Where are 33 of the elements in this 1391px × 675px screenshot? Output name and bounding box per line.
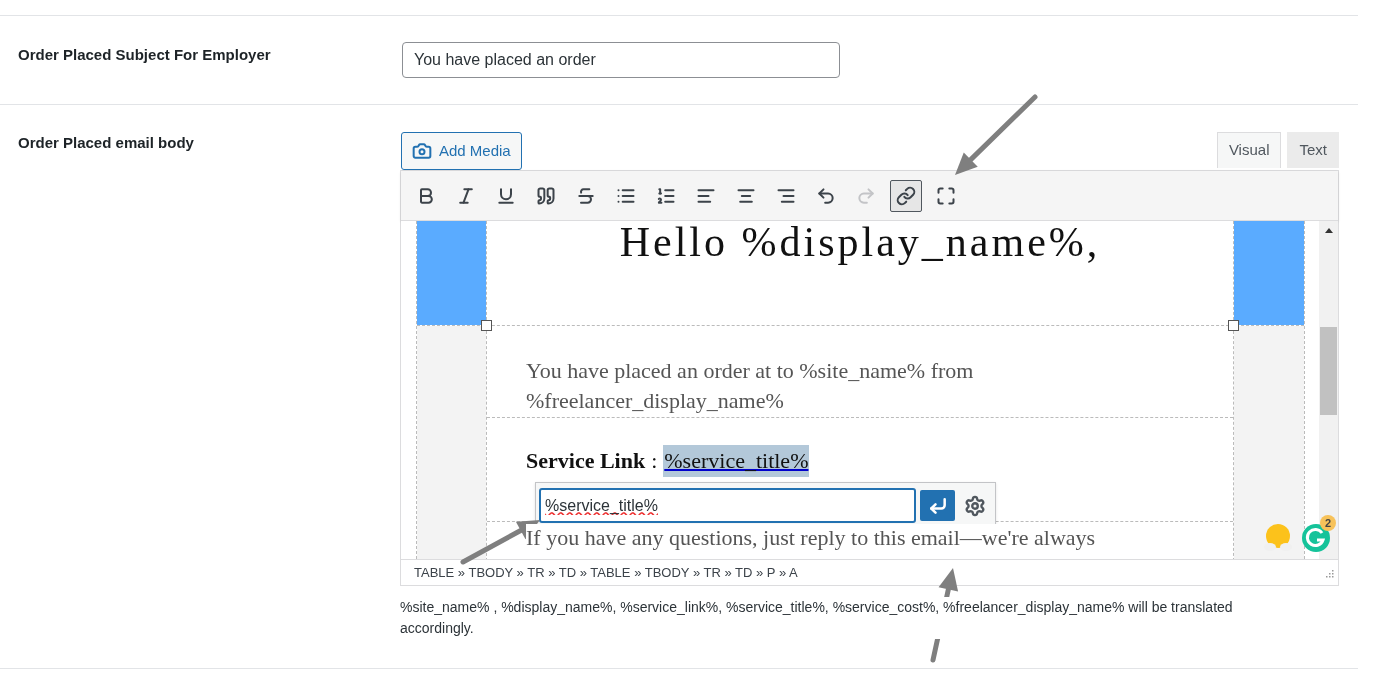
italic-icon: [456, 185, 476, 206]
intro-paragraph: You have placed an order at to %site_name% from %freelancer_display_name%: [526, 357, 975, 415]
fullscreen-icon: [936, 185, 956, 206]
resize-handle[interactable]: [1228, 320, 1239, 331]
redo-icon: [856, 185, 876, 206]
add-media-button[interactable]: Add Media: [401, 132, 522, 170]
service-link[interactable]: %service_title%: [663, 445, 810, 477]
scrollbar-thumb[interactable]: [1320, 327, 1337, 415]
editor-tab[interactable]: Text: [1287, 132, 1339, 168]
link-icon: [896, 185, 916, 206]
separator-text: :: [651, 447, 658, 475]
link-button[interactable]: [890, 179, 922, 212]
quote-icon: [536, 185, 556, 206]
resize-grip-icon[interactable]: [1324, 567, 1334, 578]
service-label: Service Link: [526, 447, 646, 475]
scrollbar[interactable]: [1319, 221, 1338, 559]
media-icon: [412, 141, 432, 161]
numbered-list-icon: [656, 185, 676, 206]
field-label: Order Placed Subject For Employer: [17, 45, 272, 65]
email-heading: Hello %display_name%,: [619, 221, 1101, 267]
underline-icon: [496, 185, 516, 206]
undo-icon: [816, 185, 836, 206]
settings-icon: [964, 494, 986, 517]
enter-icon: [927, 495, 948, 516]
element-path: TABLE » TBODY » TR » TD » TABLE » TBODY » TR » TD » P » A: [414, 563, 798, 582]
resize-handle[interactable]: [481, 320, 492, 331]
strikethrough-icon: [576, 185, 596, 206]
subject-input[interactable]: You have placed an order: [402, 42, 840, 78]
scroll-up-icon: [1324, 227, 1333, 233]
field-label: Order Placed email body: [17, 133, 195, 153]
apply-link-button[interactable]: [920, 490, 955, 521]
editor-tab[interactable]: Visual: [1216, 132, 1282, 168]
link-url-input[interactable]: %service_title%: [539, 488, 916, 523]
